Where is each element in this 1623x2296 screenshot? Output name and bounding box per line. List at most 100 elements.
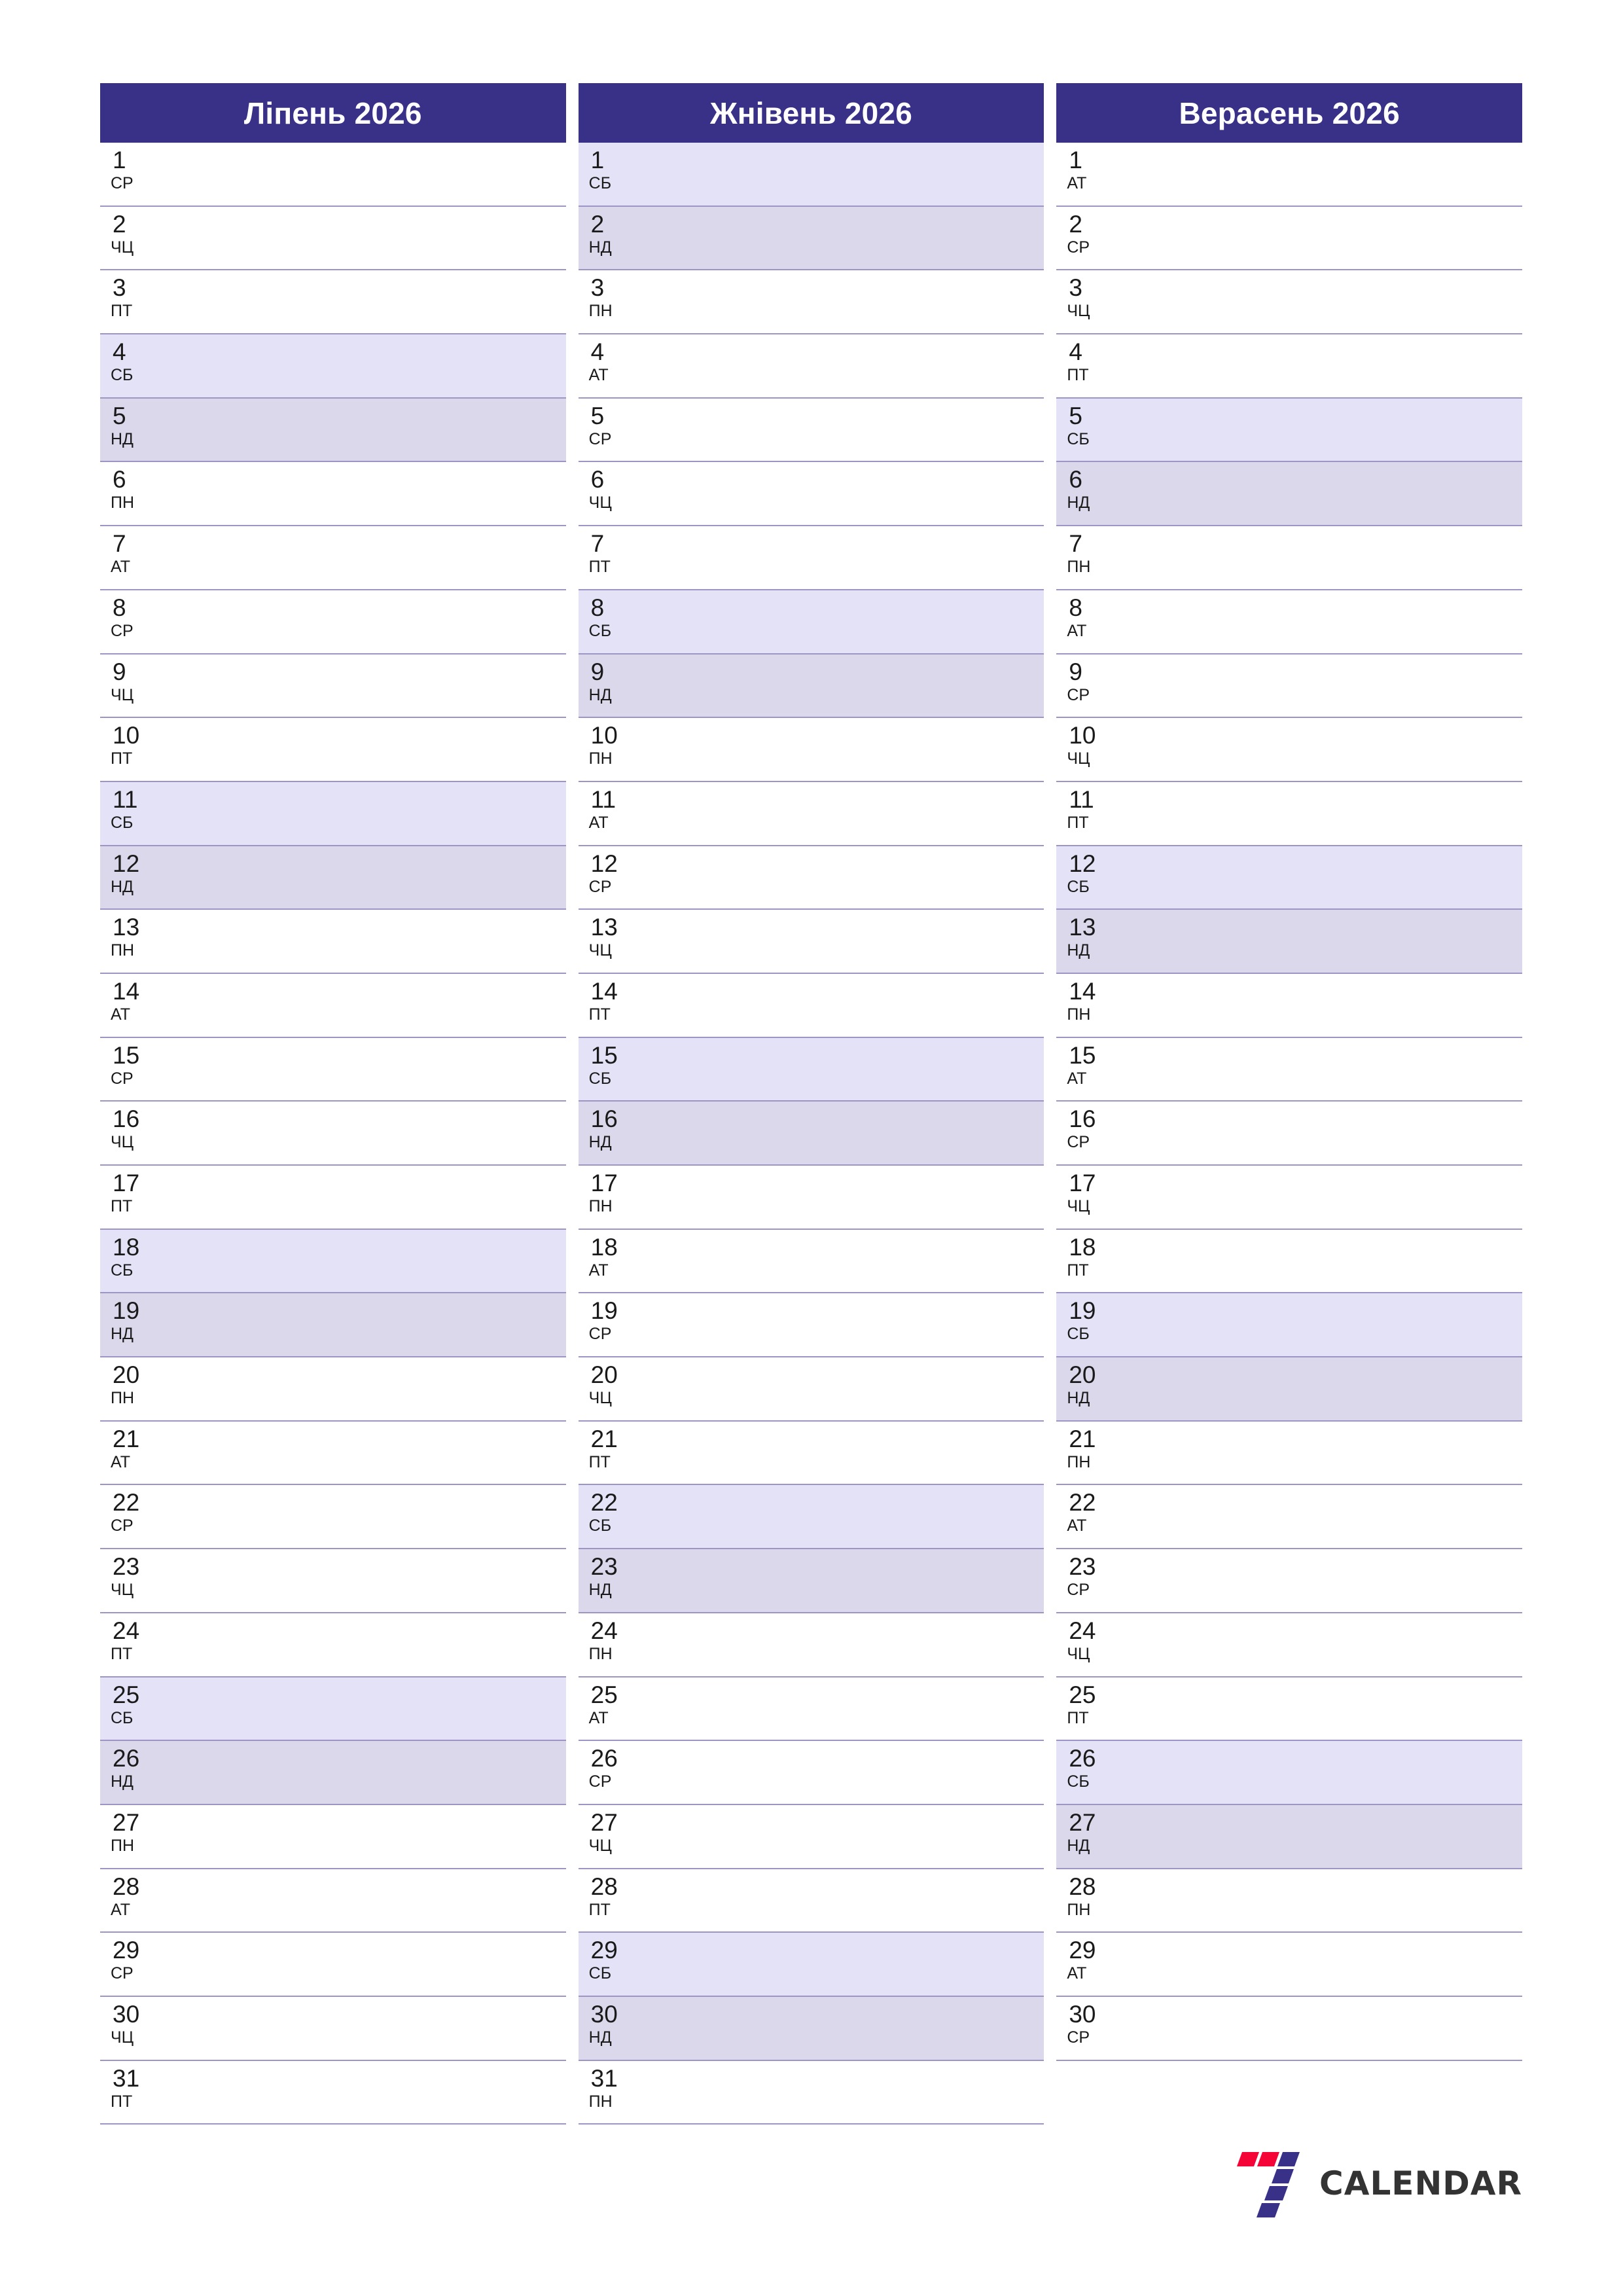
day-number: 16: [590, 1105, 618, 1133]
day-row[interactable]: 20 ЧЦ: [578, 1357, 1044, 1422]
day-row[interactable]: 1 СБ: [578, 143, 1044, 207]
day-row[interactable]: 23 НД: [578, 1549, 1044, 1613]
day-row[interactable]: 3 ЧЦ: [1056, 270, 1523, 335]
day-row[interactable]: 20 ПН: [100, 1357, 566, 1422]
day-row[interactable]: 24 ЧЦ: [1056, 1613, 1523, 1677]
day-row[interactable]: 14 ПН: [1056, 973, 1523, 1038]
day-row[interactable]: 9 НД: [578, 654, 1044, 719]
day-row[interactable]: 14 ПТ: [578, 973, 1044, 1038]
day-row[interactable]: 11 АТ: [578, 781, 1044, 846]
day-row[interactable]: 18 АТ: [578, 1229, 1044, 1294]
day-row[interactable]: 3 ПТ: [100, 270, 566, 335]
day-row[interactable]: 26 СР: [578, 1741, 1044, 1805]
day-row[interactable]: 2 СР: [1056, 206, 1523, 271]
day-row[interactable]: 4 СБ: [100, 334, 566, 399]
day-row[interactable]: 19 СР: [578, 1293, 1044, 1358]
day-row[interactable]: 20 НД: [1056, 1357, 1523, 1422]
day-row[interactable]: 25 АТ: [578, 1677, 1044, 1742]
day-row[interactable]: 22 СБ: [578, 1485, 1044, 1550]
day-number: 21: [590, 1425, 618, 1452]
day-row[interactable]: 6 ПН: [100, 462, 566, 527]
day-row[interactable]: 9 ЧЦ: [100, 654, 566, 719]
day-weekday: ПН: [1067, 558, 1091, 577]
day-row[interactable]: 25 СБ: [100, 1677, 566, 1742]
day-row[interactable]: 8 СР: [100, 590, 566, 655]
day-row[interactable]: 26 СБ: [1056, 1741, 1523, 1805]
day-row[interactable]: 17 ЧЦ: [1056, 1166, 1523, 1230]
day-row[interactable]: 25 ПТ: [1056, 1677, 1523, 1742]
day-row[interactable]: 15 СР: [100, 1037, 566, 1102]
day-weekday: НД: [1067, 941, 1090, 960]
day-weekday: ПН: [1067, 1005, 1091, 1024]
day-row[interactable]: 6 НД: [1056, 462, 1523, 527]
day-row[interactable]: 13 НД: [1056, 910, 1523, 974]
day-row[interactable]: 21 АТ: [100, 1421, 566, 1486]
day-row[interactable]: 23 ЧЦ: [100, 1549, 566, 1613]
day-row[interactable]: 28 АТ: [100, 1869, 566, 1933]
day-row[interactable]: 21 ПН: [1056, 1421, 1523, 1486]
day-row[interactable]: 9 СР: [1056, 654, 1523, 719]
day-row[interactable]: 18 СБ: [100, 1229, 566, 1294]
day-number: 24: [590, 1617, 618, 1644]
day-row[interactable]: 4 ПТ: [1056, 334, 1523, 399]
day-row[interactable]: 10 ПН: [578, 718, 1044, 782]
day-row[interactable]: 17 ПН: [578, 1166, 1044, 1230]
day-row[interactable]: 22 СР: [100, 1485, 566, 1550]
day-row[interactable]: 8 СБ: [578, 590, 1044, 655]
day-row[interactable]: 19 НД: [100, 1293, 566, 1358]
day-row[interactable]: 15 АТ: [1056, 1037, 1523, 1102]
day-row[interactable]: 27 ПН: [100, 1804, 566, 1869]
day-row[interactable]: 4 АТ: [578, 334, 1044, 399]
day-row[interactable]: 11 ПТ: [1056, 781, 1523, 846]
day-row[interactable]: 16 СР: [1056, 1102, 1523, 1166]
day-row[interactable]: 21 ПТ: [578, 1421, 1044, 1486]
day-row[interactable]: 16 ЧЦ: [100, 1102, 566, 1166]
day-row[interactable]: 30 СР: [1056, 1996, 1523, 2061]
day-weekday: ПТ: [588, 1452, 611, 1471]
day-row[interactable]: 10 ПТ: [100, 718, 566, 782]
day-row[interactable]: 24 ПТ: [100, 1613, 566, 1677]
day-row[interactable]: 7 ПН: [1056, 526, 1523, 590]
day-row[interactable]: 29 СБ: [578, 1933, 1044, 1997]
day-row[interactable]: 13 ЧЦ: [578, 910, 1044, 974]
day-row[interactable]: 26 НД: [100, 1741, 566, 1805]
day-row[interactable]: 16 НД: [578, 1102, 1044, 1166]
day-row[interactable]: 22 АТ: [1056, 1485, 1523, 1550]
day-row[interactable]: 13 ПН: [100, 910, 566, 974]
day-row[interactable]: 18 ПТ: [1056, 1229, 1523, 1294]
day-row[interactable]: 7 ПТ: [578, 526, 1044, 590]
day-row[interactable]: 5 СБ: [1056, 398, 1523, 463]
day-row[interactable]: 3 ПН: [578, 270, 1044, 335]
day-row[interactable]: 2 ЧЦ: [100, 206, 566, 271]
day-row[interactable]: 27 ЧЦ: [578, 1804, 1044, 1869]
day-row[interactable]: 17 ПТ: [100, 1166, 566, 1230]
day-row[interactable]: 1 СР: [100, 143, 566, 207]
day-row[interactable]: 2 НД: [578, 206, 1044, 271]
day-row[interactable]: 27 НД: [1056, 1804, 1523, 1869]
day-row[interactable]: 8 АТ: [1056, 590, 1523, 655]
day-row[interactable]: 12 НД: [100, 846, 566, 910]
day-row[interactable]: 30 ЧЦ: [100, 1996, 566, 2061]
day-row[interactable]: 29 АТ: [1056, 1933, 1523, 1997]
day-row[interactable]: 28 ПТ: [578, 1869, 1044, 1933]
day-row[interactable]: 23 СР: [1056, 1549, 1523, 1613]
day-row[interactable]: 5 НД: [100, 398, 566, 463]
day-row[interactable]: 19 СБ: [1056, 1293, 1523, 1358]
day-row[interactable]: 31 ПН: [578, 2060, 1044, 2125]
day-row[interactable]: 6 ЧЦ: [578, 462, 1044, 527]
day-row[interactable]: 12 СБ: [1056, 846, 1523, 910]
day-row[interactable]: 24 ПН: [578, 1613, 1044, 1677]
day-weekday: НД: [588, 685, 612, 704]
day-row[interactable]: 11 СБ: [100, 781, 566, 846]
day-row[interactable]: 5 СР: [578, 398, 1044, 463]
day-row[interactable]: 30 НД: [578, 1996, 1044, 2061]
day-row[interactable]: 7 АТ: [100, 526, 566, 590]
day-row[interactable]: 10 ЧЦ: [1056, 718, 1523, 782]
day-row[interactable]: 1 АТ: [1056, 143, 1523, 207]
day-row[interactable]: 28 ПН: [1056, 1869, 1523, 1933]
day-row[interactable]: 29 СР: [100, 1933, 566, 1997]
day-row[interactable]: 15 СБ: [578, 1037, 1044, 1102]
day-row[interactable]: 14 АТ: [100, 973, 566, 1038]
day-row[interactable]: 12 СР: [578, 846, 1044, 910]
day-row[interactable]: 31 ПТ: [100, 2060, 566, 2125]
